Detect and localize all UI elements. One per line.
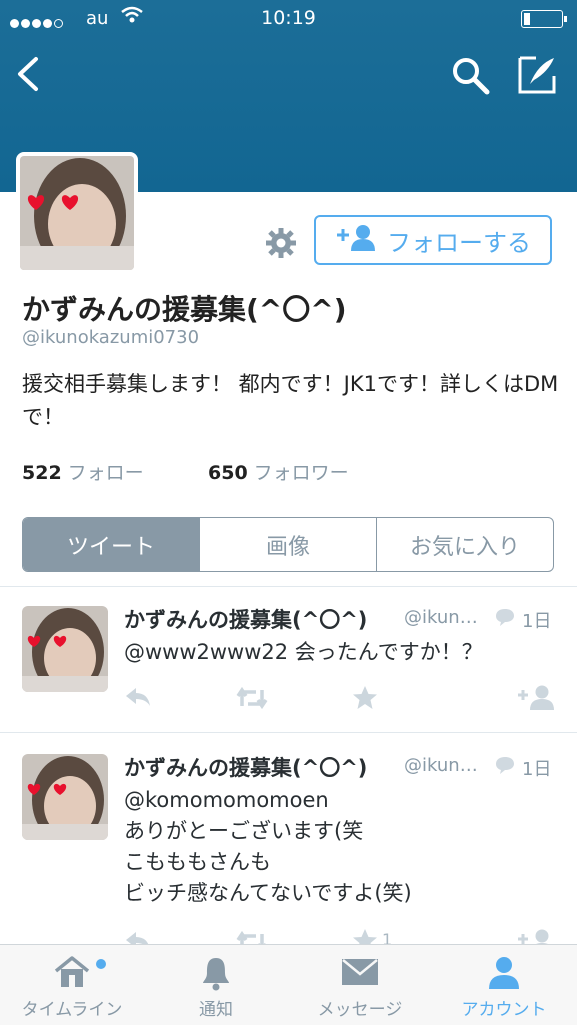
- tab-label: アカウント: [461, 1000, 547, 1020]
- followers-label: フォロワー: [253, 462, 349, 484]
- tweet-text: @www2www22 会ったんですか！？: [124, 640, 483, 664]
- bell-icon: [144, 955, 288, 996]
- divider: [0, 586, 577, 587]
- tweet-author-name: かずみんの援募集(^〇^): [124, 608, 368, 632]
- status-time: 10:19: [261, 7, 316, 29]
- bottom-tab-bar: タイムライン 通知 メッセージ アカウント: [0, 944, 577, 1025]
- segment-images[interactable]: 画像: [199, 518, 376, 571]
- conversation-icon: [494, 607, 516, 631]
- tweet-timestamp: 1日: [522, 759, 552, 780]
- tab-label: 通知: [199, 1000, 233, 1020]
- envelope-icon: [288, 955, 432, 992]
- search-icon[interactable]: [451, 56, 491, 100]
- compose-tweet-icon[interactable]: [516, 54, 558, 100]
- tweet-author-handle: @ikun…: [404, 755, 478, 776]
- tab-notifications[interactable]: 通知: [144, 945, 288, 1025]
- profile-stats: 522 フォロー 650 フォロワー: [22, 458, 349, 485]
- follow-user-icon[interactable]: [516, 684, 556, 714]
- follow-button-label: フォローする: [387, 228, 531, 257]
- tab-timeline[interactable]: タイムライン: [0, 945, 144, 1025]
- tweet-text-line: こもももさんも: [124, 850, 271, 874]
- tweet-timestamp: 1日: [522, 611, 552, 632]
- favorite-star-icon[interactable]: [352, 685, 378, 715]
- following-stat[interactable]: 522 フォロー: [22, 462, 144, 484]
- divider: [0, 732, 577, 733]
- tweet-avatar[interactable]: [22, 606, 108, 692]
- profile-bio: 援交相手募集します！ 都内です！JK1です！詳しくはDMで！: [22, 372, 559, 429]
- followers-count: 650: [208, 462, 248, 484]
- segment-tweets[interactable]: ツイート: [23, 518, 199, 571]
- add-user-icon: [335, 223, 377, 257]
- followers-stat[interactable]: 650 フォロワー: [208, 458, 349, 485]
- tab-messages[interactable]: メッセージ: [288, 945, 432, 1025]
- reply-icon[interactable]: [124, 686, 152, 712]
- profile-avatar[interactable]: [16, 152, 138, 274]
- following-label: フォロー: [67, 462, 144, 484]
- battery-icon: [521, 10, 567, 28]
- tweet-author-handle: @ikun…: [404, 607, 478, 628]
- profile-name: かずみんの援募集(^〇^): [22, 293, 347, 326]
- tweet-text-line: ありがとーございます(笑: [124, 819, 364, 843]
- status-bar: au 10:19: [0, 0, 577, 38]
- profile-handle: @ikunokazumi0730: [22, 327, 200, 348]
- tab-label: メッセージ: [317, 1000, 403, 1020]
- home-icon: [0, 955, 144, 994]
- tab-account[interactable]: アカウント: [432, 945, 576, 1025]
- tab-label: タイムライン: [21, 1000, 123, 1020]
- tweet-text-line: ビッチ感なんてないですよ(笑): [124, 881, 412, 905]
- segment-favorites[interactable]: お気に入り: [376, 518, 553, 571]
- following-count: 522: [22, 462, 62, 484]
- notification-dot: [96, 959, 106, 969]
- follow-button[interactable]: フォローする: [314, 215, 552, 265]
- tweet-avatar[interactable]: [22, 754, 108, 840]
- tweet-text-line: @komomomomoen: [124, 788, 329, 812]
- back-chevron-icon[interactable]: [14, 56, 42, 96]
- settings-gear-icon[interactable]: [264, 226, 298, 264]
- profile-segmented-control: ツイート 画像 お気に入り: [22, 517, 554, 572]
- retweet-icon[interactable]: [234, 686, 270, 714]
- person-icon: [432, 955, 576, 996]
- conversation-icon: [494, 755, 516, 779]
- tweet-text: @komomomomoen ありがとーございます(笑 こもももさんも ビッチ感な…: [124, 785, 564, 909]
- tweet-author-name: かずみんの援募集(^〇^): [124, 756, 368, 780]
